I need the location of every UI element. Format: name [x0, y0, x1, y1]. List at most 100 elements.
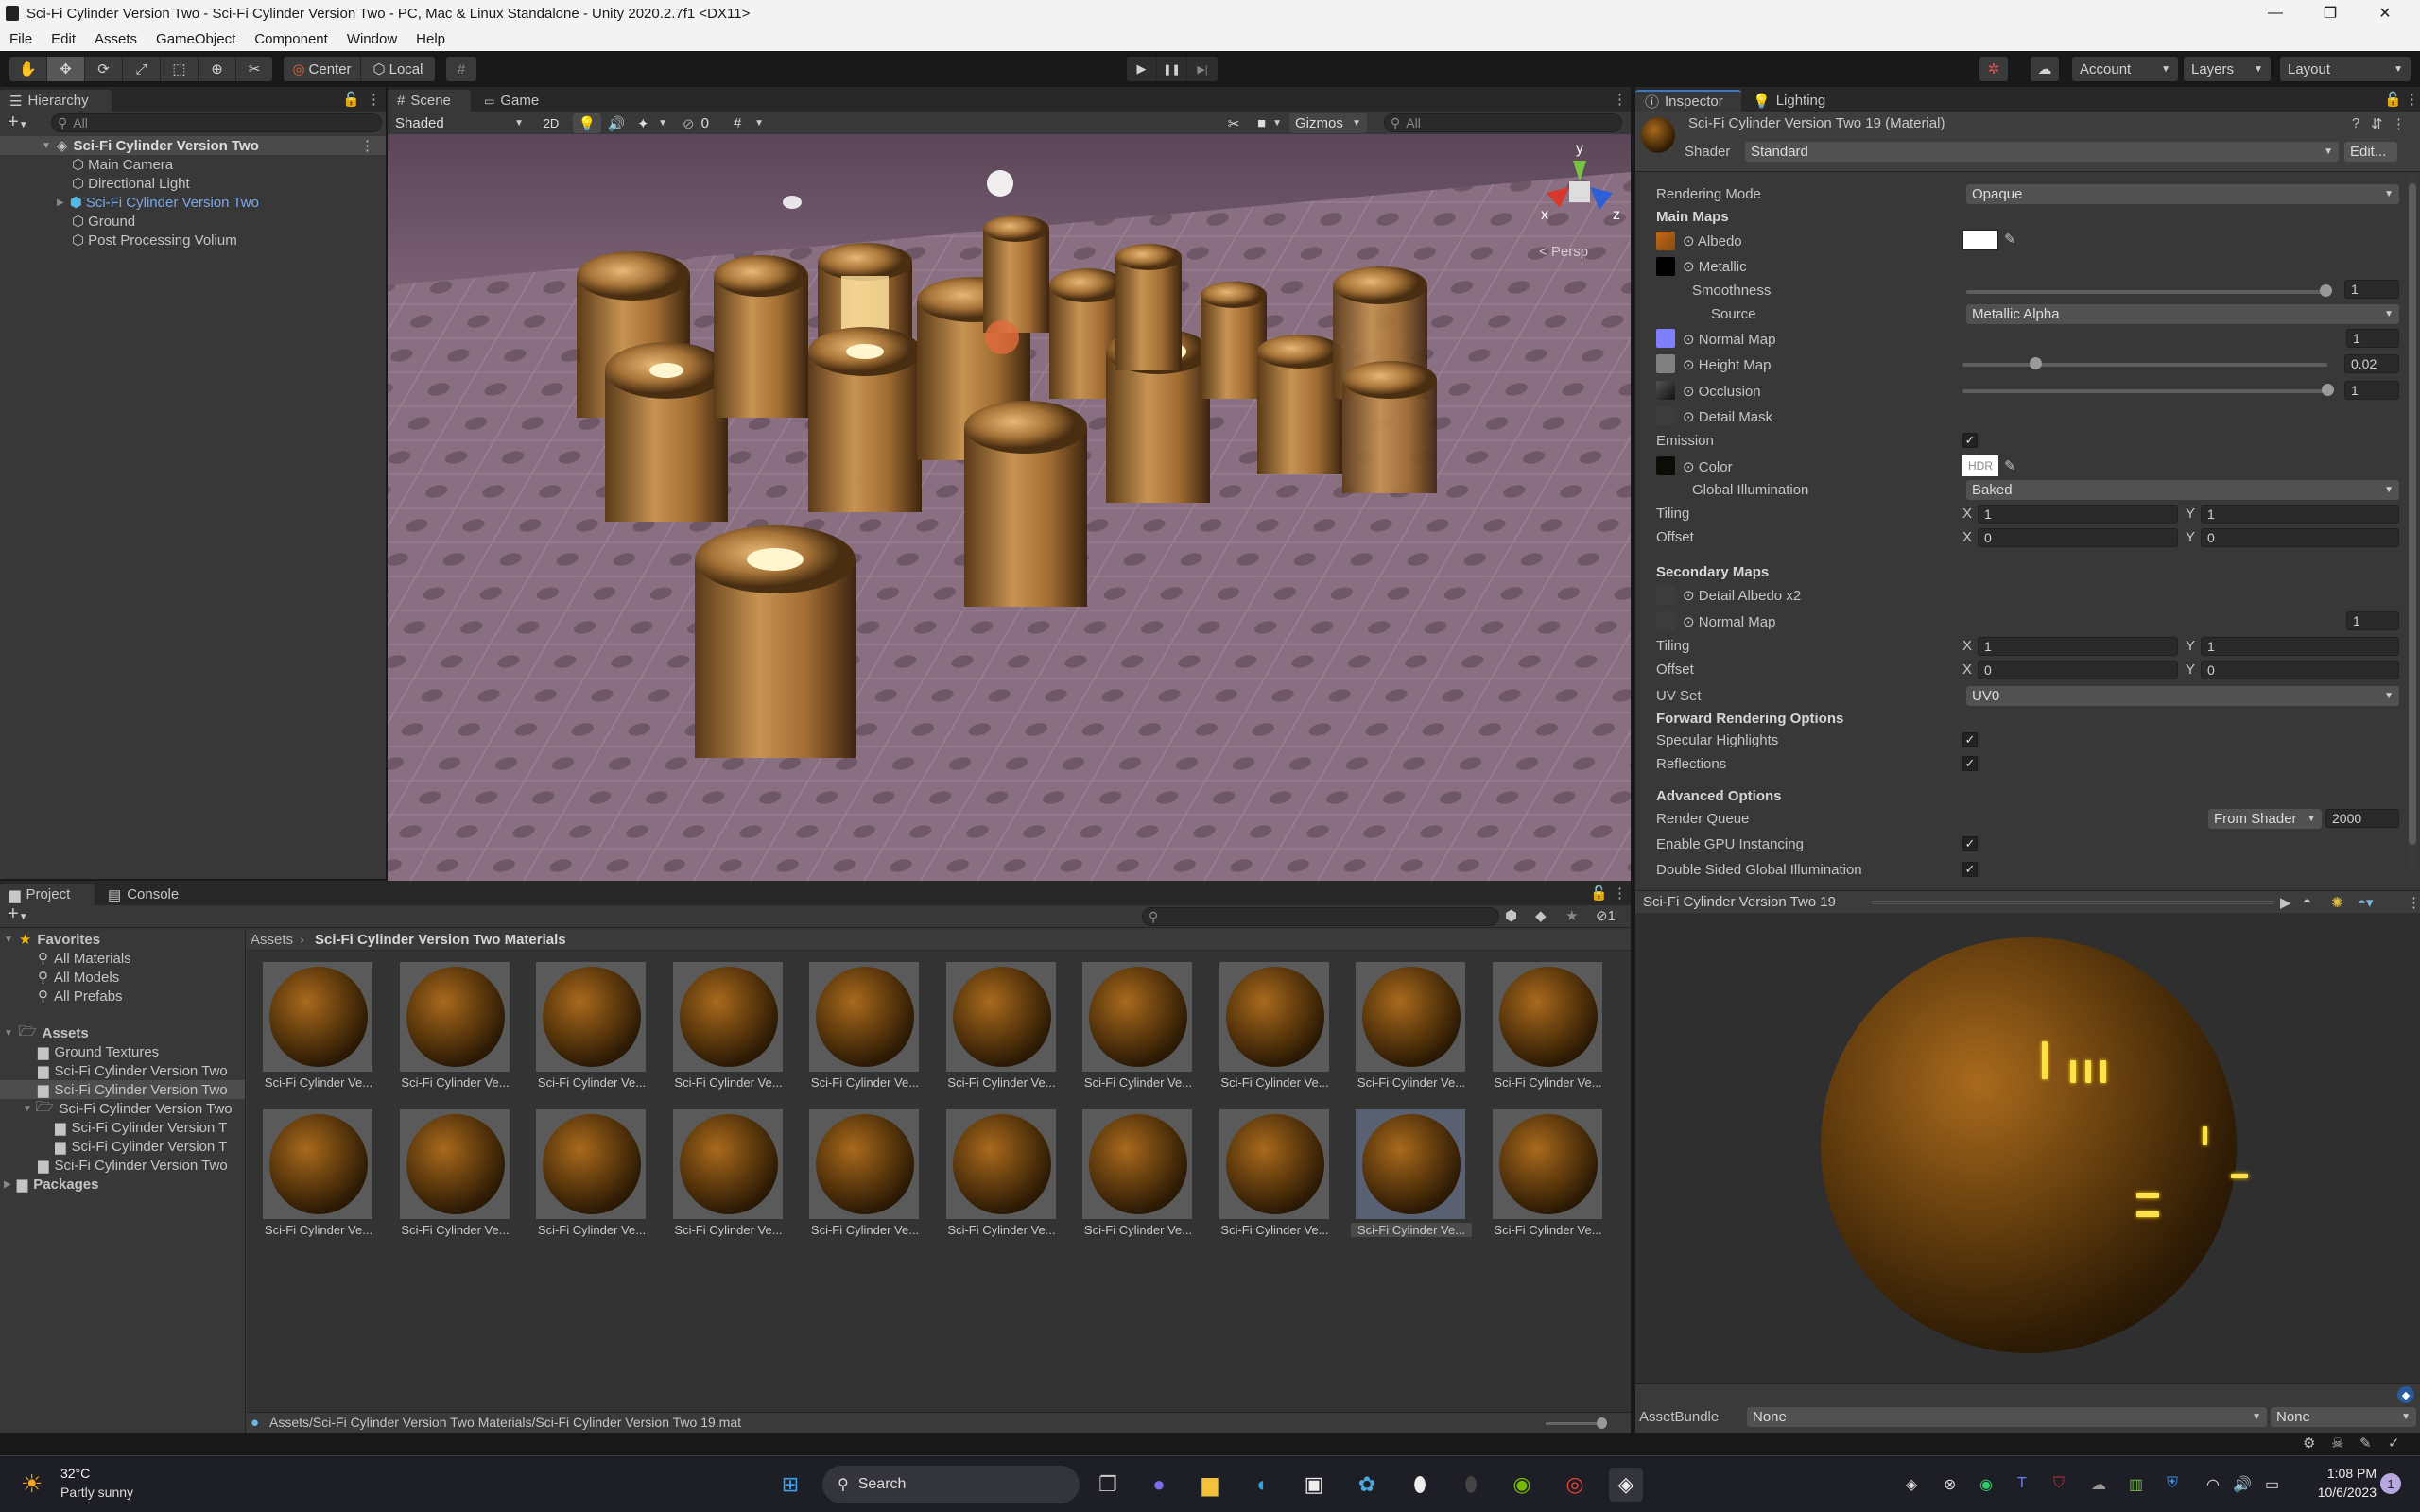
material-thumbnail[interactable]: Sci-Fi Cylinder Ve... — [1078, 1109, 1192, 1242]
scale-tool-button[interactable]: ⤢ — [123, 57, 161, 81]
close-button[interactable]: ✕ — [2358, 0, 2412, 26]
tools-toggle[interactable]: ✂ — [1219, 113, 1248, 133]
material-thumbnail[interactable]: Sci-Fi Cylinder Ve... — [1078, 962, 1192, 1094]
tab-hierarchy[interactable]: ☰ Hierarchy — [0, 90, 112, 112]
preview-drag-handle[interactable] — [1872, 901, 2274, 904]
occlusion-slider[interactable] — [1962, 389, 2327, 393]
favorite-item[interactable]: ⚲ All Models — [38, 968, 119, 987]
rect-tool-button[interactable]: ⬚ — [161, 57, 199, 81]
favorite-item[interactable]: ⚲ All Prefabs — [38, 987, 123, 1005]
hand-tool-button[interactable]: ✋ — [9, 57, 47, 81]
projection-toggle[interactable]: < Persp — [1539, 244, 1588, 260]
folder-item-selected[interactable]: ▆ Sci-Fi Cylinder Version Two — [0, 1080, 245, 1099]
menu-window[interactable]: Window — [337, 31, 406, 47]
rotate-tool-button[interactable]: ⟳ — [85, 57, 123, 81]
step-button[interactable]: ▶| — [1187, 57, 1218, 81]
task-view-button[interactable]: ❐ — [1091, 1468, 1125, 1502]
defender-tray-icon[interactable]: ⛨ — [2167, 1475, 2178, 1492]
pivot-center-toggle[interactable]: ◎ Center — [284, 57, 361, 81]
secondary-tiling-y-input[interactable]: 1 — [2201, 637, 2399, 656]
material-thumbnail[interactable]: Sci-Fi Cylinder Ve... — [668, 962, 783, 1094]
rendering-mode-dropdown[interactable]: Opaque ▼ — [1966, 184, 2399, 204]
eyedropper-icon[interactable]: ✎ — [2004, 457, 2016, 474]
occlusion-input[interactable]: 1 — [2344, 381, 2399, 400]
lock-icon[interactable]: 🔓 — [2384, 91, 2402, 108]
create-asset-button[interactable]: +▼ — [8, 903, 28, 925]
material-thumbnail[interactable]: Sci-Fi Cylinder Ve... — [1488, 1109, 1602, 1242]
paint-app-button[interactable]: ✿ — [1350, 1468, 1384, 1502]
orientation-gizmo[interactable]: y x z — [1531, 134, 1626, 238]
kebab-menu-icon[interactable]: ⋮ — [2405, 91, 2419, 108]
search-by-label-icon[interactable]: ◆ — [1535, 907, 1547, 924]
menu-file[interactable]: File — [0, 31, 42, 47]
render-queue-input[interactable]: 2000 — [2325, 809, 2399, 828]
kebab-menu-icon[interactable]: ⋮ — [367, 91, 381, 108]
material-preview-sphere[interactable] — [1821, 937, 2237, 1353]
material-thumbnail[interactable]: Sci-Fi Cylinder Ve... — [1351, 1109, 1472, 1242]
app-tray-icon[interactable]: ◉ — [1979, 1475, 1993, 1494]
chrome-button[interactable]: ◎ — [1558, 1468, 1592, 1502]
menu-component[interactable]: Component — [245, 31, 337, 47]
breadcrumb-assets[interactable]: Assets — [251, 932, 293, 948]
normal-map-scale-input[interactable]: 1 — [2346, 329, 2399, 348]
check-circle-icon[interactable]: ✓ — [2388, 1435, 2400, 1452]
lock-icon[interactable]: 🔓 — [342, 91, 360, 108]
folder-item[interactable]: ▼ 🗁 Sci-Fi Cylinder Version Two — [23, 1099, 246, 1118]
alienware-button[interactable]: ⬮ — [1403, 1468, 1437, 1502]
detail-normal-texture-slot[interactable] — [1656, 611, 1675, 630]
reflections-checkbox[interactable]: ✓ — [1962, 756, 1978, 771]
hierarchy-item[interactable]: ⬡ Directional Light — [72, 174, 190, 193]
pause-button[interactable]: ❚❚ — [1157, 57, 1187, 81]
main-offset-y-input[interactable]: 0 — [2201, 528, 2399, 547]
onedrive-tray-icon[interactable]: ☁ — [2091, 1475, 2106, 1494]
label-tag-icon[interactable]: ◆ — [2397, 1386, 2414, 1403]
teams-chat-button[interactable]: ● — [1142, 1468, 1176, 1502]
breadcrumb-current[interactable]: Sci-Fi Cylinder Version Two Materials — [315, 932, 566, 948]
double-sided-gi-checkbox[interactable]: ✓ — [1962, 862, 1978, 877]
xbox-tray-icon[interactable]: ⊗ — [1944, 1475, 1956, 1494]
thumbnail-size-knob[interactable] — [1597, 1418, 1607, 1429]
kebab-menu-icon[interactable]: ⋮ — [2407, 894, 2420, 911]
debug-icon[interactable]: ☠ — [2331, 1435, 2343, 1452]
presets-icon[interactable]: ⇵ — [2371, 115, 2383, 132]
material-thumbnail[interactable]: Sci-Fi Cylinder Ve... — [531, 1109, 646, 1242]
shading-mode-dropdown[interactable]: Shaded ▼ — [389, 113, 529, 133]
height-map-slider[interactable] — [1962, 363, 2327, 367]
effects-dropdown[interactable]: ✦ ▼ — [631, 113, 673, 133]
camera-dropdown[interactable]: ■ ▼ — [1252, 113, 1288, 133]
height-map-slider-knob[interactable] — [2030, 357, 2043, 369]
smoothness-source-dropdown[interactable]: Metallic Alpha ▼ — [1966, 304, 2399, 324]
tab-project[interactable]: ▆ Project — [0, 884, 95, 905]
material-thumbnail[interactable]: Sci-Fi Cylinder Ve... — [942, 1109, 1056, 1242]
main-offset-x-input[interactable]: 0 — [1978, 528, 2178, 547]
edit-shader-button[interactable]: Edit... — [2344, 142, 2397, 162]
hierarchy-item[interactable]: ⬡ Ground — [72, 212, 135, 231]
albedo-texture-slot[interactable] — [1656, 232, 1675, 250]
material-thumbnail[interactable]: Sci-Fi Cylinder Ve... — [1215, 1109, 1329, 1242]
wifi-icon[interactable]: ◠ — [2206, 1475, 2220, 1494]
folder-item[interactable]: ▆ Sci-Fi Cylinder Version Two — [38, 1156, 246, 1175]
audio-toggle[interactable]: 🔊 — [603, 113, 630, 133]
edge-button[interactable]: ◐ — [1246, 1468, 1280, 1502]
menu-edit[interactable]: Edit — [42, 31, 85, 47]
height-map-input[interactable]: 0.02 — [2344, 354, 2399, 373]
material-thumbnail[interactable]: Sci-Fi Cylinder Ve... — [1215, 962, 1329, 1094]
emission-texture-slot[interactable] — [1656, 456, 1675, 475]
weather-desc[interactable]: Partly sunny — [60, 1485, 133, 1500]
gpu-instancing-checkbox[interactable]: ✓ — [1962, 836, 1978, 851]
shader-dropdown[interactable]: Standard ▼ — [1745, 142, 2339, 162]
occlusion-slider-knob[interactable] — [2322, 384, 2334, 396]
folder-item[interactable]: ▆ Sci-Fi Cylinder Version T — [55, 1137, 246, 1156]
preview-light-icon[interactable]: ✺ — [2331, 894, 2343, 911]
tab-console[interactable]: ▤ Console — [98, 884, 193, 905]
alienware-dark-button[interactable]: ⬮ — [1454, 1468, 1488, 1502]
eyedropper-icon[interactable]: ✎ — [2004, 231, 2016, 248]
weather-temp[interactable]: 32°C — [60, 1466, 90, 1481]
preview-shape-dropdown[interactable]: ◓▾ — [2358, 894, 2374, 911]
start-button[interactable]: ⊞ — [773, 1468, 807, 1502]
hidden-objects-toggle[interactable]: ⊘ 0 — [677, 113, 715, 133]
menu-assets[interactable]: Assets — [85, 31, 147, 47]
albedo-color-swatch[interactable] — [1962, 230, 1998, 250]
maximize-button[interactable]: ❐ — [2303, 0, 2358, 26]
grid-snap-button[interactable]: # — [446, 57, 476, 81]
